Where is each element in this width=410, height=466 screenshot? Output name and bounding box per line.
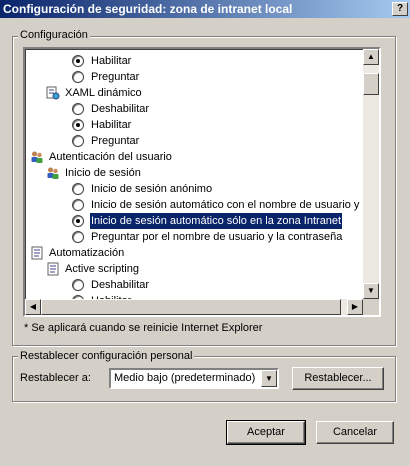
reset-level-value: Medio bajo (predeterminado)	[114, 372, 256, 384]
title-bar: Configuración de seguridad: zona de intr…	[0, 0, 410, 18]
tree-item-label: Deshabilitar	[91, 103, 150, 115]
tree-item-label: Inicio de sesión automático sólo en la z…	[88, 212, 344, 230]
tree-item-label: Active scripting	[65, 263, 139, 275]
tree-item-label: Inicio de sesión automático con el nombr…	[91, 199, 363, 211]
radio-unchecked-icon[interactable]	[72, 71, 84, 83]
radio-unchecked-icon[interactable]	[72, 135, 84, 147]
cancel-button[interactable]: Cancelar	[316, 421, 394, 444]
tree-item-label: Inicio de sesión anónimo	[91, 183, 213, 195]
vertical-scrollbar[interactable]: ▲ ▼	[363, 49, 379, 299]
radio-checked-icon[interactable]	[72, 55, 84, 67]
radio-checked-icon[interactable]	[72, 215, 84, 227]
window-title: Configuración de seguridad: zona de intr…	[3, 2, 293, 16]
radio-unchecked-icon[interactable]	[72, 199, 84, 211]
scroll-left-button[interactable]: ◀	[25, 299, 41, 315]
tree-item-label: Habilitar	[91, 55, 132, 67]
restart-note: * Se aplicará cuando se reinicie Interne…	[24, 322, 263, 334]
tree-item-label: Inicio de sesión	[65, 167, 141, 179]
radio-unchecked-icon[interactable]	[72, 103, 84, 115]
tree-item-label: Deshabilitar	[91, 279, 150, 291]
radio-unchecked-icon[interactable]	[72, 183, 84, 195]
radio-unchecked-icon[interactable]	[72, 231, 84, 243]
tree-item-label: XAML dinámico	[65, 87, 142, 99]
tree-item-label: Automatización	[49, 247, 125, 259]
settings-tree-content: Habilitar Preguntar XAML dinámico Deshabili…	[25, 49, 363, 299]
horizontal-scrollbar[interactable]: ◀ ▶	[25, 299, 363, 315]
scroll-right-button[interactable]: ▶	[347, 299, 363, 315]
reset-level-select[interactable]: Medio bajo (predeterminado) ▼	[109, 368, 279, 389]
ok-button[interactable]: Aceptar	[226, 420, 306, 445]
tree-item-label: Preguntar por el nombre de usuario y la …	[91, 231, 343, 243]
script-icon	[30, 246, 44, 260]
tree-item-label: Habilitar	[91, 119, 132, 131]
settings-group-label: Configuración	[18, 29, 90, 41]
horizontal-scroll-thumb[interactable]	[41, 299, 341, 315]
users-icon	[30, 150, 44, 164]
scrollbar-corner	[363, 299, 379, 315]
radio-checked-icon[interactable]	[72, 119, 84, 131]
tree-item-label: Autenticación del usuario	[49, 151, 172, 163]
script-icon	[46, 262, 60, 276]
reset-group-label: Restablecer configuración personal	[18, 350, 195, 362]
tree-item-label: Preguntar	[91, 135, 140, 147]
scroll-up-button[interactable]: ▲	[363, 49, 379, 65]
help-button[interactable]: ?	[392, 2, 408, 16]
settings-tree[interactable]: Habilitar Preguntar XAML dinámico Deshabili…	[23, 47, 381, 317]
users-icon	[46, 166, 60, 180]
script-gear-icon	[46, 86, 60, 100]
reset-to-label: Restablecer a:	[20, 372, 91, 384]
radio-unchecked-icon[interactable]	[72, 279, 84, 291]
chevron-down-icon[interactable]: ▼	[261, 370, 277, 387]
tree-item-label: Preguntar	[91, 71, 140, 83]
scroll-down-button[interactable]: ▼	[363, 283, 379, 299]
scroll-thumb[interactable]	[363, 73, 379, 95]
reset-button[interactable]: Restablecer...	[292, 367, 384, 390]
